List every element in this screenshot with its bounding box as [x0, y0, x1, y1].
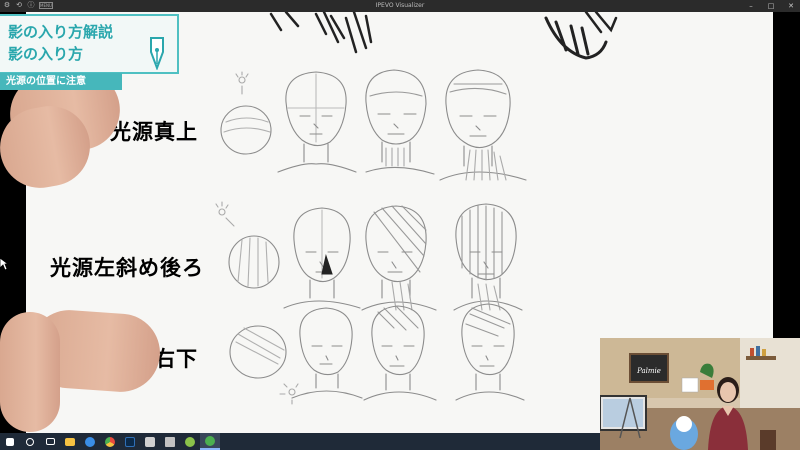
chrome-button[interactable]	[100, 433, 120, 450]
caption-title: 影の入り方解説	[8, 23, 114, 41]
app-button-1[interactable]	[140, 433, 160, 450]
sun-icon-row3	[279, 383, 299, 405]
window-controls: – □ ✕	[746, 0, 796, 12]
window-title-bar: ⚙ ⟲ ⓘ MENU IPEVO Visualizer – □ ✕	[0, 0, 800, 12]
label-light-back-left: 光源左斜め後ろ	[50, 256, 204, 280]
sun-icon-row1	[235, 71, 249, 95]
app-icon	[165, 436, 175, 447]
app-button-3[interactable]	[180, 433, 200, 450]
caption-box: 影の入り方解説 影の入り方	[0, 14, 179, 74]
app-icon	[145, 436, 155, 447]
sphere-row3	[229, 325, 287, 379]
face-1-2	[365, 69, 435, 175]
chrome-icon	[105, 436, 115, 447]
webcam-scene: Palmie	[600, 338, 800, 450]
lesson-caption: 影の入り方解説 影の入り方 光源の位置に注意	[0, 14, 179, 90]
edge-button[interactable]	[80, 433, 100, 450]
task-view-button[interactable]	[40, 433, 60, 450]
webcam-overlay: Palmie	[600, 338, 800, 450]
os-taskbar	[0, 433, 600, 450]
maximize-button[interactable]: □	[766, 0, 776, 12]
sphere-row1	[220, 105, 272, 155]
sphere-row2	[228, 235, 280, 289]
photoshop-button[interactable]	[120, 433, 140, 450]
face-3-2	[363, 305, 437, 401]
caption-subtitle: 光源の位置に注意	[0, 73, 122, 90]
pen-nib-icon	[150, 37, 164, 70]
ipevo-button[interactable]	[200, 433, 220, 450]
search-button[interactable]	[20, 433, 40, 450]
face-1-1	[277, 71, 357, 173]
label-light-above: 光源真上	[110, 120, 198, 144]
sign-text: Palmie	[636, 367, 661, 375]
close-button[interactable]: ✕	[786, 0, 796, 12]
windows-logo-icon	[6, 437, 14, 446]
app-button-2[interactable]	[160, 433, 180, 450]
face-1-3	[439, 69, 527, 181]
mouse-cursor-icon	[0, 258, 8, 270]
sun-icon-row2	[215, 201, 235, 227]
camera-app-icon	[205, 435, 215, 446]
start-button[interactable]	[0, 433, 20, 450]
face-3-3	[455, 303, 525, 401]
face-3-1	[291, 307, 363, 399]
caption-heading: 影の入り方	[8, 45, 84, 63]
hair-drawing-top	[269, 12, 618, 60]
edge-icon	[85, 436, 95, 447]
photoshop-icon	[125, 436, 135, 447]
task-view-icon	[45, 438, 55, 445]
file-explorer-button[interactable]	[60, 433, 80, 450]
face-2-2	[361, 205, 437, 311]
app-icon	[185, 436, 195, 447]
face-2-3	[453, 203, 523, 311]
folder-icon	[65, 437, 75, 446]
face-2-1	[283, 207, 361, 309]
search-icon	[26, 437, 34, 446]
window-title: IPEVO Visualizer	[375, 2, 425, 9]
minimize-button[interactable]: –	[746, 0, 756, 12]
